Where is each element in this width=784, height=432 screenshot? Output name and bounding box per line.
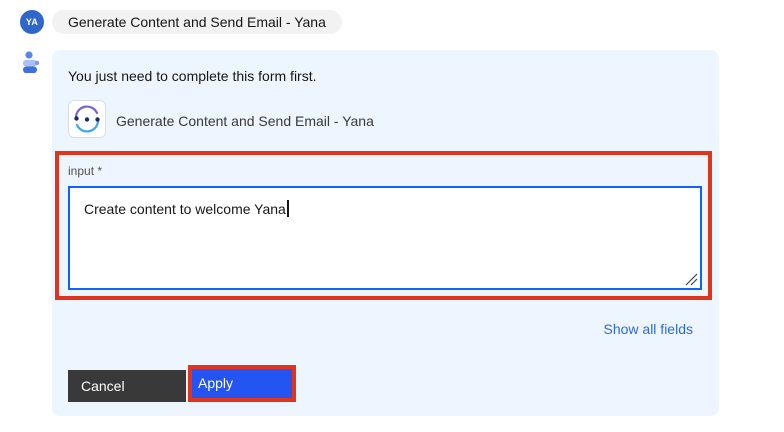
form-intro-text: You just need to complete this form firs… (68, 68, 317, 84)
input-textarea[interactable]: Create content to welcome Yana (68, 186, 702, 290)
cancel-button[interactable]: Cancel (68, 370, 186, 402)
input-textarea-value: Create content to welcome Yana (84, 200, 286, 217)
input-textarea-value-wrap: Create content to welcome Yana (84, 200, 289, 217)
show-all-fields-link[interactable]: Show all fields (604, 321, 694, 337)
input-field-label: input * (68, 164, 103, 178)
user-message-bubble: Generate Content and Send Email - Yana (52, 10, 342, 34)
assistant-form-card: You just need to complete this form firs… (52, 50, 719, 416)
user-avatar: YA (20, 10, 44, 34)
resize-handle-icon[interactable] (684, 272, 698, 286)
text-caret (286, 200, 289, 217)
apply-button[interactable]: Apply (192, 369, 292, 398)
assistant-icon (20, 50, 42, 74)
user-message-text: Generate Content and Send Email - Yana (68, 14, 326, 30)
user-initials: YA (25, 17, 39, 27)
app-name-label: Generate Content and Send Email - Yana (116, 113, 374, 129)
sync-circle-icon (68, 100, 106, 138)
